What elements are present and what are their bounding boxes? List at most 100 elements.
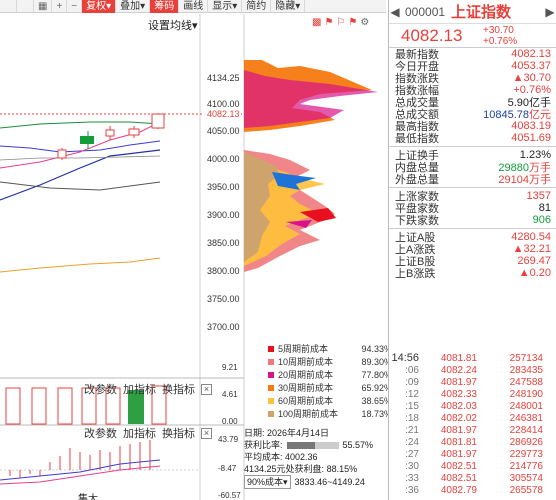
modify-params-button[interactable]: 改参数 <box>84 381 117 397</box>
stat-value-wrap: 4082.13 <box>511 48 551 60</box>
display-label: 显示 <box>212 0 233 12</box>
zoom-in-icon[interactable]: + <box>52 0 68 13</box>
flag-icon[interactable]: ⚑ <box>324 17 333 28</box>
cost-select[interactable]: 90%成本▾ <box>244 475 291 489</box>
add-indicator-button[interactable]: 加指标 <box>123 381 156 397</box>
stat-value-wrap: 4053.37 <box>511 60 551 72</box>
legend-name: 5周期前成本 <box>278 344 329 354</box>
candle <box>80 136 94 144</box>
settings-icon[interactable]: ⚙ <box>360 17 369 28</box>
pane2-axis-label: 4.61 <box>222 390 238 399</box>
tick-volume: 229773 <box>509 448 543 460</box>
switch-indicator-button[interactable]: 换指标 <box>162 381 195 397</box>
legend-pct: 89.30% <box>361 356 392 367</box>
blank-tool[interactable] <box>0 0 17 13</box>
overlay-label: 叠加 <box>120 0 141 12</box>
stock-name: 上证指数 <box>451 4 512 21</box>
price-label: 3900.00 <box>207 210 240 220</box>
switch-indicator-button[interactable]: 换指标 <box>162 425 195 441</box>
legend-swatch <box>268 358 274 365</box>
flag-alt-icon[interactable]: ⚐ <box>336 17 345 28</box>
stat-row: 最低指数 4051.69 <box>389 132 556 145</box>
zoom-out-icon[interactable]: − <box>67 0 83 13</box>
price-row: 4082.13 +30.70 +0.76% <box>389 24 556 48</box>
chip-mode-icon[interactable]: ▩ <box>312 17 321 28</box>
close-icon[interactable]: × <box>201 383 212 395</box>
stat-value-wrap: 4280.54 <box>511 231 551 243</box>
display-button[interactable]: 显示▾ <box>208 0 243 13</box>
pane3-axis-label: -8.47 <box>218 464 237 473</box>
tick-time: :27 <box>405 448 419 460</box>
stat-value: 29104 <box>498 174 529 186</box>
close-icon[interactable]: × <box>201 427 212 439</box>
next-stock-icon[interactable]: ▶ <box>544 5 556 19</box>
tick-volume: 246381 <box>509 412 543 424</box>
legend-pct: 94.33% <box>361 343 392 354</box>
pane3-axis-label: 43.79 <box>218 435 239 444</box>
price-label: 4000.00 <box>207 154 240 164</box>
stat-value: 269.47 <box>517 255 551 267</box>
change-box: +30.70 +0.76% <box>483 25 517 47</box>
tick-row: :27 4081.97 229773 <box>389 448 556 460</box>
tick-volume: 257134 <box>509 352 543 364</box>
profit-ratio-row: 获利比率: 55.57% <box>244 439 383 451</box>
tick-price: 4082.79 <box>440 484 477 496</box>
chip-date: 日期: 2026年4月14日 <box>244 428 330 438</box>
price-axis-labels: 4134.25 4100.00 4082.13 4050.00 4000.00 … <box>203 73 241 332</box>
price-label: 3800.00 <box>207 266 240 276</box>
candle <box>151 113 165 129</box>
stat-value: 4051.69 <box>511 132 551 144</box>
tick-row: :15 4082.03 248001 <box>389 400 556 412</box>
current-price-label: 4082.13 <box>207 109 240 119</box>
cost-select-label: 90%成本 <box>247 477 284 487</box>
legend-name: 100周期前成本 <box>278 409 339 419</box>
price-label: 4134.25 <box>207 73 240 83</box>
blank-tool-2[interactable] <box>17 0 34 13</box>
current-price: 4082.13 <box>401 25 463 45</box>
tick-volume: 247588 <box>509 376 543 388</box>
chart-toolbar: ▦ + − 复权▾ 叠加▾ 筹码 画线 显示▾ 简约 隐藏▾ <box>0 0 386 13</box>
cost-legend-item: 30周期前成本 65.92% <box>268 381 392 394</box>
price-label: 3850.00 <box>207 238 240 248</box>
set-ma-label: 设置均线 <box>148 20 192 32</box>
pane3-bottom-label: 集大 <box>78 494 98 500</box>
prev-stock-icon[interactable]: ◀ <box>389 5 401 19</box>
profit-label: 获利比率: <box>244 440 283 450</box>
legend-pct: 77.80% <box>361 369 392 380</box>
ab-share-stats: 上证A股 4280.54 上A涨跌 ▲32.21 上证B股 269.47 上B涨跌 ▲0.20 <box>389 231 556 280</box>
chip-panel-tools: ▩ ⚑ ⚐ ⚑ ⚙ <box>312 17 369 28</box>
change-value: +30.70 <box>483 24 514 36</box>
legend-pct: 18.73% <box>361 408 392 419</box>
modify-params-button[interactable]: 改参数 <box>84 425 117 441</box>
tick-row: :21 4081.97 228414 <box>389 424 556 436</box>
stat-value: 4053.37 <box>511 60 551 72</box>
stat-row: 外盘总量 29104万手 <box>389 171 556 187</box>
stat-value-wrap: ▲32.21 <box>513 243 551 255</box>
pane3-axis-label: -60.57 <box>218 491 241 500</box>
overlay-button[interactable]: 叠加▾ <box>116 0 151 13</box>
tick-time: :18 <box>405 412 419 424</box>
stat-value-wrap: 29104万手 <box>498 171 551 187</box>
turnover-stats: 上证换手 1.23% 内盘总量 29880万手 外盘总量 29104万手 <box>389 149 556 187</box>
pane3-header: 改参数 加指标 换指标 × <box>84 425 212 441</box>
flag-red-icon[interactable]: ⚑ <box>348 17 357 28</box>
tick-row: :30 4082.51 214776 <box>389 460 556 472</box>
legend-swatch <box>268 384 274 391</box>
price-profit-value: 88.15% <box>326 464 358 474</box>
chart-mode-icon[interactable]: ▦ <box>34 0 53 13</box>
draw-line-button[interactable]: 画线 <box>179 0 209 13</box>
tick-list[interactable]: 14:56 4081.81 257134:06 4082.24 283435:09 408… <box>389 352 556 496</box>
stat-value: ▲32.21 <box>512 243 551 255</box>
tick-row: :09 4081.97 247588 <box>389 376 556 388</box>
add-indicator-button[interactable]: 加指标 <box>123 425 156 441</box>
set-ma-button[interactable]: 设置均线▾ <box>148 17 198 33</box>
tick-time: :15 <box>405 400 419 412</box>
draw-label: 画线 <box>183 0 204 12</box>
restore-rights-button[interactable]: 复权▾ <box>82 0 117 13</box>
chips-button[interactable]: 筹码 <box>150 0 180 13</box>
hide-button[interactable]: 隐藏▾ <box>271 0 306 13</box>
stat-label: 上B涨跌 <box>395 268 436 280</box>
simple-button[interactable]: 简约 <box>242 0 272 13</box>
tick-volume: 286926 <box>509 436 543 448</box>
tick-time: :30 <box>405 460 419 472</box>
